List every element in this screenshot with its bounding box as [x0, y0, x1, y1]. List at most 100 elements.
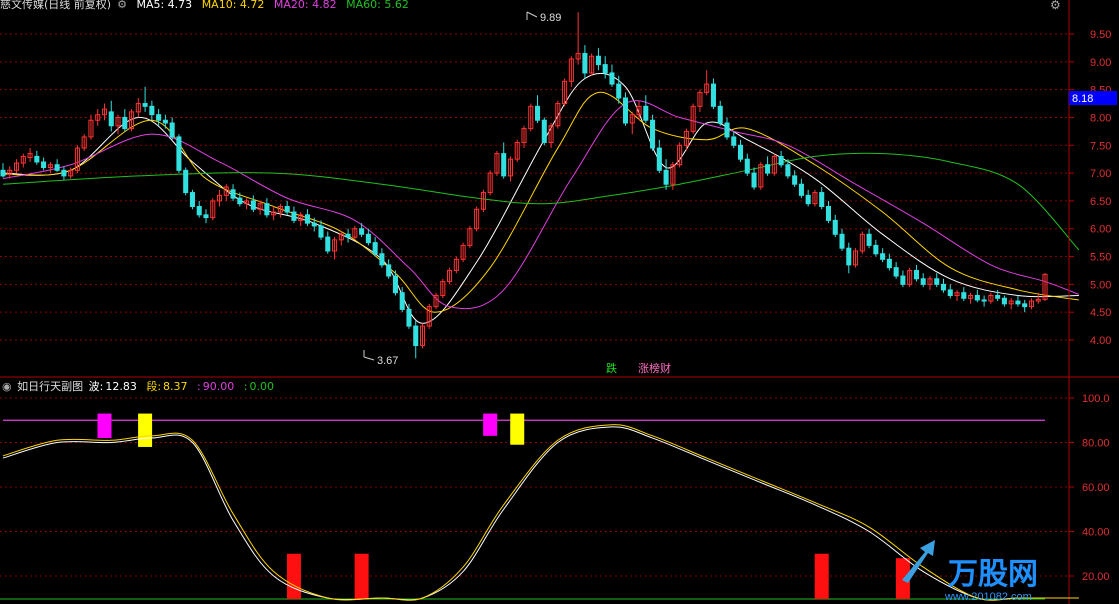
candle[interactable] [142, 86, 148, 112]
candle[interactable] [934, 273, 940, 288]
candle[interactable] [819, 187, 825, 210]
candle[interactable] [589, 53, 595, 76]
candle[interactable] [947, 284, 953, 299]
candle[interactable] [765, 156, 771, 176]
candle[interactable] [1008, 298, 1014, 310]
candle[interactable] [1022, 299, 1028, 313]
candle[interactable] [216, 189, 223, 207]
candle[interactable] [230, 184, 236, 201]
stock-chart[interactable]: 9.509.008.508.007.507.006.506.005.505.00… [0, 0, 1119, 604]
candle[interactable] [34, 150, 40, 165]
candle[interactable] [413, 320, 419, 359]
candle[interactable] [893, 262, 899, 279]
candle[interactable] [108, 100, 114, 132]
candle[interactable] [1015, 295, 1021, 307]
candle[interactable] [798, 178, 804, 199]
candle[interactable] [920, 273, 926, 288]
candle[interactable] [372, 237, 378, 257]
candle[interactable] [291, 206, 297, 224]
candle[interactable] [913, 264, 919, 282]
candle[interactable] [968, 292, 974, 304]
candle[interactable] [853, 248, 859, 268]
candle[interactable] [487, 170, 493, 196]
candle[interactable] [81, 134, 87, 151]
candle[interactable] [677, 142, 683, 168]
candle[interactable] [162, 114, 168, 129]
candle[interactable] [304, 209, 311, 226]
candle[interactable] [528, 103, 534, 132]
candle[interactable] [825, 200, 832, 224]
candle[interactable] [47, 161, 53, 174]
candle[interactable] [731, 131, 737, 149]
candle[interactable] [575, 12, 581, 65]
candle[interactable] [284, 200, 290, 215]
candle[interactable] [663, 159, 669, 190]
candle[interactable] [981, 295, 987, 307]
candle[interactable] [927, 276, 933, 290]
candle[interactable] [426, 303, 432, 329]
candle[interactable] [122, 109, 128, 132]
candle[interactable] [866, 228, 872, 249]
candle[interactable] [386, 259, 392, 279]
candle[interactable] [54, 159, 60, 172]
candle[interactable] [954, 289, 960, 302]
candle[interactable] [650, 114, 656, 151]
candle[interactable] [41, 157, 47, 171]
candle[interactable] [379, 248, 385, 268]
candle[interactable] [521, 125, 527, 149]
candle[interactable] [14, 159, 20, 174]
candle[interactable] [352, 225, 358, 240]
candle[interactable] [595, 47, 601, 71]
candle[interactable] [332, 237, 338, 260]
settings-icon[interactable]: ⚙ [117, 0, 127, 11]
candle[interactable] [460, 242, 466, 263]
candle[interactable] [271, 206, 277, 221]
candle[interactable] [514, 139, 520, 162]
candle[interactable] [974, 289, 980, 303]
candle[interactable] [751, 167, 757, 190]
candle[interactable] [812, 189, 818, 207]
candle[interactable] [873, 239, 879, 257]
candle[interactable] [507, 156, 513, 182]
candle[interactable] [74, 145, 80, 174]
candle[interactable] [961, 287, 967, 302]
candle[interactable] [832, 214, 838, 238]
candle[interactable] [250, 195, 256, 213]
candle[interactable] [203, 209, 209, 224]
candle[interactable] [548, 123, 554, 149]
candle[interactable] [447, 267, 453, 285]
candle[interactable] [135, 97, 141, 118]
candle[interactable] [846, 242, 852, 274]
candle[interactable] [907, 267, 913, 288]
candle[interactable] [196, 200, 202, 218]
candle[interactable] [541, 117, 547, 146]
candle[interactable] [758, 161, 764, 190]
candle[interactable] [419, 323, 426, 349]
candle[interactable] [27, 148, 33, 162]
candle[interactable] [183, 167, 189, 196]
candle[interactable] [61, 166, 67, 180]
candle[interactable] [1028, 298, 1034, 310]
candle[interactable] [223, 184, 229, 201]
candle[interactable] [643, 95, 649, 124]
candle[interactable] [189, 189, 195, 210]
candle[interactable] [988, 292, 994, 304]
candle[interactable] [568, 56, 574, 87]
candle[interactable] [724, 117, 730, 140]
candle[interactable] [859, 231, 865, 254]
candle[interactable] [176, 134, 182, 174]
candle[interactable] [805, 189, 811, 207]
candle[interactable] [440, 278, 446, 299]
candle[interactable] [345, 228, 351, 243]
candle[interactable] [704, 70, 710, 96]
candle[interactable] [277, 203, 283, 218]
candle[interactable] [710, 78, 716, 110]
gear-icon[interactable]: ⚙ [1050, 0, 1061, 12]
candle[interactable] [717, 100, 723, 126]
candle[interactable] [602, 56, 608, 79]
candle[interactable] [839, 228, 845, 251]
candle[interactable] [1001, 295, 1007, 307]
candle[interactable] [494, 150, 500, 176]
candle[interactable] [467, 225, 473, 249]
candle[interactable] [778, 150, 784, 168]
